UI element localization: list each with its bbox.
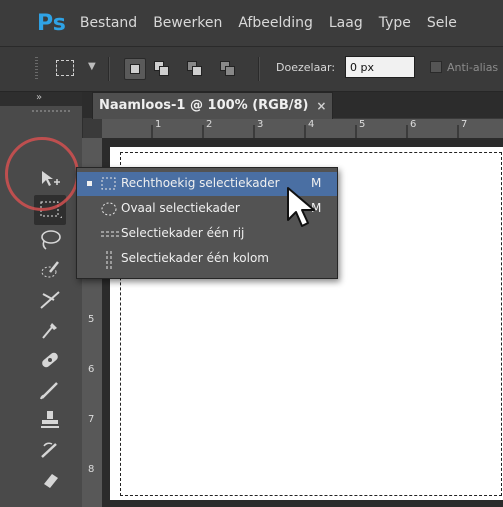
tool-preset-marquee-icon[interactable] — [56, 60, 74, 76]
chevron-down-icon[interactable]: ▼ — [88, 61, 96, 72]
flyout-label: Ovaal selectiekader — [121, 201, 240, 215]
menu-bestand[interactable]: Bestand — [80, 15, 137, 31]
ps-logo: Ps — [37, 10, 66, 36]
anti-alias-label: Anti-alias — [447, 61, 499, 74]
ruler-label: 6 — [88, 364, 95, 375]
flyout-label: Selectiekader één rij — [121, 226, 245, 240]
new-selection-button[interactable] — [124, 58, 146, 80]
brush-icon — [40, 382, 58, 400]
crop-tool[interactable] — [34, 285, 66, 315]
single-row-marquee-icon — [101, 231, 119, 237]
ruler-label: 7 — [88, 414, 95, 425]
eraser-icon — [44, 474, 58, 488]
brush-tool[interactable] — [34, 375, 66, 405]
lasso-icon — [41, 230, 61, 250]
document-tabs: Naamloos-1 @ 100% (RGB/8) × — [82, 92, 503, 119]
options-grip[interactable] — [35, 57, 38, 81]
flyout-label: Rechthoekig selectiekader — [121, 176, 280, 190]
close-icon[interactable]: × — [316, 93, 326, 119]
tools-grip[interactable] — [32, 110, 70, 112]
options-bar: ▼ Doezelaar: 0 px Anti-alias — [0, 47, 503, 92]
menu-type[interactable]: Type — [379, 15, 411, 31]
intersect-selection-button[interactable] — [217, 58, 237, 78]
bandage-icon — [42, 352, 58, 368]
horizontal-ruler[interactable]: 1 2 3 4 5 6 7 — [102, 119, 503, 139]
ruler-label: 4 — [308, 119, 315, 130]
feather-input[interactable]: 0 px — [345, 56, 415, 78]
ruler-label: 1 — [155, 119, 162, 130]
history-brush-tool[interactable] — [34, 435, 66, 465]
history-brush-icon — [41, 442, 57, 458]
rect-marquee-icon — [101, 177, 116, 190]
document-tab-title: Naamloos-1 @ 100% (RGB/8) — [99, 98, 309, 113]
add-selection-icon-b — [159, 66, 169, 76]
crop-icon — [40, 291, 60, 309]
menu-bewerken[interactable]: Bewerken — [153, 15, 222, 31]
menu-laag[interactable]: Laag — [329, 15, 363, 31]
new-selection-icon — [130, 64, 140, 74]
ruler-label: 6 — [410, 119, 417, 130]
healing-brush-tool[interactable] — [34, 345, 66, 375]
eraser-tool[interactable] — [34, 465, 66, 495]
flyout-label: Selectiekader één kolom — [121, 251, 269, 265]
separator — [258, 57, 260, 81]
quick-selection-tool[interactable] — [34, 255, 66, 285]
ruler-label: 5 — [359, 119, 366, 130]
feather-label: Doezelaar: — [276, 61, 336, 74]
clone-stamp-tool[interactable] — [34, 405, 66, 435]
mouse-cursor-icon — [287, 187, 315, 227]
ellipse-marquee-icon — [101, 202, 117, 216]
menu-bar: Ps Bestand Bewerken Afbeelding Laag Type… — [0, 0, 503, 47]
subtract-selection-icon-b — [192, 66, 202, 76]
eyedropper-icon — [42, 323, 57, 339]
collapse-icon[interactable]: » — [36, 92, 42, 103]
single-column-marquee-icon — [106, 251, 112, 269]
ruler-label: 8 — [88, 464, 95, 475]
tools-panel: » — [0, 92, 83, 507]
subtract-from-selection-button[interactable] — [184, 58, 204, 78]
flyout-item-single-column[interactable]: Selectiekader één kolom — [77, 247, 337, 271]
separator — [108, 57, 110, 81]
anti-alias-checkbox[interactable] — [430, 61, 442, 73]
ruler-label: 3 — [257, 119, 264, 130]
ruler-label: 7 — [461, 119, 468, 130]
menu-select[interactable]: Sele — [427, 15, 457, 31]
ruler-label: 2 — [206, 119, 213, 130]
eyedropper-tool[interactable] — [34, 315, 66, 345]
rect-marquee-icon — [40, 201, 62, 218]
stamp-icon — [41, 411, 59, 428]
ruler-label: 5 — [88, 314, 95, 325]
document-tab[interactable]: Naamloos-1 @ 100% (RGB/8) × — [92, 92, 334, 119]
menu-afbeelding[interactable]: Afbeelding — [238, 15, 313, 31]
ruler-ticks — [151, 125, 459, 138]
selected-bullet-icon — [87, 181, 92, 186]
move-icon — [42, 171, 60, 186]
lasso-tool[interactable] — [34, 225, 66, 255]
quick-selection-icon — [41, 261, 59, 278]
marquee-tool[interactable] — [34, 195, 66, 225]
add-to-selection-button[interactable] — [151, 58, 171, 78]
move-tool[interactable] — [34, 165, 66, 195]
intersect-selection-icon-b — [225, 66, 235, 76]
